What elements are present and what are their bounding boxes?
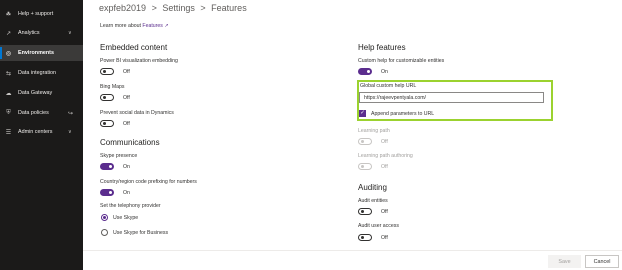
features-link[interactable]: Features bbox=[142, 23, 162, 29]
external-link-icon: ↪ bbox=[68, 110, 74, 117]
learning-path-toggle[interactable] bbox=[358, 138, 372, 145]
communications-heading: Communications bbox=[100, 138, 160, 147]
global-help-url-input[interactable]: https://rajeevpentyala.com/ bbox=[359, 92, 544, 103]
cancel-button[interactable]: Cancel bbox=[585, 255, 619, 268]
data-integration-icon: ⇆ bbox=[5, 70, 12, 77]
external-link-icon: ↗ bbox=[164, 23, 169, 29]
nav-item-label: Admin centers bbox=[18, 129, 53, 135]
use-skype-radio[interactable] bbox=[101, 214, 108, 221]
breadcrumb-environment[interactable]: expfeb2019 bbox=[99, 3, 146, 13]
environments-icon: ◎ bbox=[5, 50, 12, 57]
append-parameters-label: Append parameters to URL bbox=[371, 111, 435, 117]
nav-item-label: Help + support bbox=[18, 11, 54, 17]
auditing-heading: Auditing bbox=[358, 183, 387, 192]
use-skype-for-business-label: Use Skype for Business bbox=[113, 230, 169, 236]
telephony-provider-label: Set the telephony provider bbox=[100, 203, 161, 209]
prevent-social-data-toggle[interactable] bbox=[100, 120, 114, 127]
skype-presence-toggle[interactable] bbox=[100, 163, 114, 170]
breadcrumb: expfeb2019 > Settings > Features bbox=[99, 3, 247, 13]
chevron-down-icon: ∨ bbox=[68, 30, 72, 36]
country-code-label: Country/region code prefixing for number… bbox=[100, 179, 197, 185]
main-content: expfeb2019 > Settings > Features Learn m… bbox=[83, 0, 622, 270]
save-button[interactable]: Save bbox=[548, 255, 581, 268]
skype-presence-label: Skype presence bbox=[100, 153, 138, 159]
help-features-heading: Help features bbox=[358, 43, 406, 52]
audit-user-access-toggle[interactable] bbox=[358, 234, 372, 241]
breadcrumb-separator: > bbox=[200, 3, 206, 13]
nav-item-label: Analytics bbox=[18, 30, 40, 36]
toggle-state-text: Off bbox=[381, 235, 388, 241]
custom-help-label: Custom help for customizable entities bbox=[358, 58, 445, 64]
nav-item-label: Environments bbox=[18, 50, 54, 56]
data-gateway-icon: ☁ bbox=[5, 90, 12, 97]
toggle-state-text: On bbox=[381, 69, 388, 75]
left-nav: ☘ Help + support ↗ Analytics ∨ ◎ Environ… bbox=[0, 0, 83, 270]
toggle-state-text: Off bbox=[123, 69, 130, 75]
powerbi-embedding-label: Power BI visualization embedding bbox=[100, 58, 178, 64]
toggle-state-text: Off bbox=[123, 95, 130, 101]
footer-bar: Save Cancel bbox=[83, 250, 622, 270]
data-policies-icon: ⛨ bbox=[6, 109, 11, 116]
audit-entities-label: Audit entities bbox=[358, 198, 388, 204]
admin-centers-icon: ☰ bbox=[5, 129, 12, 136]
learn-more-text: Learn more about Features ↗ bbox=[100, 23, 169, 29]
toggle-state-text: Off bbox=[381, 164, 388, 170]
learning-path-label: Learning path bbox=[358, 128, 390, 134]
bing-maps-label: Bing Maps bbox=[100, 84, 125, 90]
learn-more-prefix: Learn more about bbox=[100, 23, 143, 29]
use-skype-label: Use Skype bbox=[113, 215, 139, 221]
nav-item-help-support[interactable]: ☘ Help + support bbox=[0, 6, 83, 22]
use-skype-for-business-radio[interactable] bbox=[101, 229, 108, 236]
chevron-down-icon: ∨ bbox=[68, 129, 72, 135]
analytics-icon: ↗ bbox=[5, 30, 12, 37]
bing-maps-toggle[interactable] bbox=[100, 94, 114, 101]
nav-item-admin-centers[interactable]: ☰ Admin centers ∨ bbox=[0, 124, 83, 140]
help-support-icon: ☘ bbox=[5, 11, 12, 18]
audit-user-access-label: Audit user access bbox=[358, 223, 399, 229]
append-parameters-checkbox[interactable]: ✓ bbox=[359, 110, 366, 117]
prevent-social-data-label: Prevent social data in Dynamics bbox=[100, 110, 174, 116]
toggle-state-text: On bbox=[123, 164, 130, 170]
learning-path-authoring-label: Learning path authoring bbox=[358, 153, 413, 159]
nav-item-environments[interactable]: ◎ Environments bbox=[0, 45, 83, 61]
nav-item-label: Data integration bbox=[18, 70, 57, 76]
toggle-state-text: Off bbox=[123, 121, 130, 127]
nav-item-label: Data policies bbox=[18, 110, 49, 116]
breadcrumb-settings[interactable]: Settings bbox=[162, 3, 195, 13]
toggle-state-text: Off bbox=[381, 209, 388, 215]
nav-item-data-policies[interactable]: ⛨ Data policies ↪ bbox=[0, 105, 83, 121]
embedded-content-heading: Embedded content bbox=[100, 43, 168, 52]
breadcrumb-current: Features bbox=[211, 3, 247, 13]
global-help-url-label: Global custom help URL bbox=[360, 83, 417, 89]
nav-item-analytics[interactable]: ↗ Analytics ∨ bbox=[0, 25, 83, 41]
audit-entities-toggle[interactable] bbox=[358, 208, 372, 215]
learning-path-authoring-toggle[interactable] bbox=[358, 163, 372, 170]
nav-item-data-gateway[interactable]: ☁ Data Gateway bbox=[0, 85, 83, 101]
toggle-state-text: Off bbox=[381, 139, 388, 145]
powerbi-embedding-toggle[interactable] bbox=[100, 68, 114, 75]
nav-item-label: Data Gateway bbox=[18, 90, 53, 96]
custom-help-toggle[interactable] bbox=[358, 68, 372, 75]
breadcrumb-separator: > bbox=[151, 3, 157, 13]
nav-item-data-integration[interactable]: ⇆ Data integration bbox=[0, 65, 83, 81]
toggle-state-text: On bbox=[123, 190, 130, 196]
country-code-toggle[interactable] bbox=[100, 189, 114, 196]
